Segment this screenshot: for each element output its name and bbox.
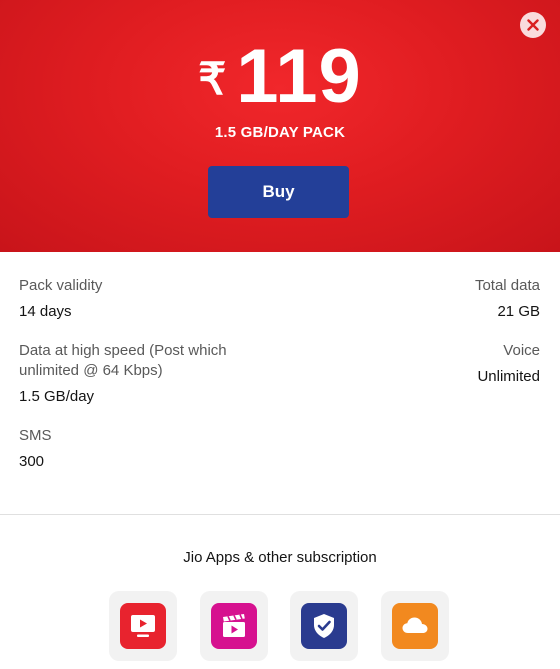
- sms-value: 300: [19, 453, 45, 470]
- voice-label: Voice: [503, 342, 540, 359]
- app-tile-jiocinema[interactable]: [200, 591, 268, 661]
- high-speed-label-line2: unlimited @ 64 Kbps): [19, 362, 163, 379]
- app-tile-jiosecurity[interactable]: [290, 591, 358, 661]
- section-divider: [0, 514, 560, 515]
- total-data-label: Total data: [474, 277, 540, 294]
- plan-header: ₹ 119 1.5 GB/DAY PACK Buy: [0, 0, 560, 252]
- validity-label: Pack validity: [19, 277, 103, 294]
- voice-value: Unlimited: [477, 368, 540, 385]
- app-tile-jiocloud[interactable]: [381, 591, 449, 661]
- apps-heading: Jio Apps & other subscription: [183, 549, 377, 566]
- high-speed-value: 1.5 GB/day: [19, 388, 95, 405]
- buy-button[interactable]: Buy: [208, 166, 349, 218]
- price-amount: 119: [236, 33, 362, 119]
- total-data-value: 21 GB: [497, 303, 540, 320]
- close-button[interactable]: [520, 12, 546, 38]
- jiocloud-icon: [392, 603, 438, 649]
- jiocinema-icon: [211, 603, 257, 649]
- high-speed-label-line1: Data at high speed (Post which: [19, 342, 227, 359]
- app-tile-jiotv[interactable]: [109, 591, 177, 661]
- pack-name: 1.5 GB/DAY PACK: [214, 124, 346, 141]
- jiosecurity-icon: [301, 603, 347, 649]
- price: ₹ 119: [0, 34, 560, 119]
- close-icon: [527, 19, 539, 31]
- sms-label: SMS: [19, 427, 52, 444]
- jiotv-icon: [120, 603, 166, 649]
- currency-symbol: ₹: [198, 54, 227, 104]
- validity-value: 14 days: [19, 303, 72, 320]
